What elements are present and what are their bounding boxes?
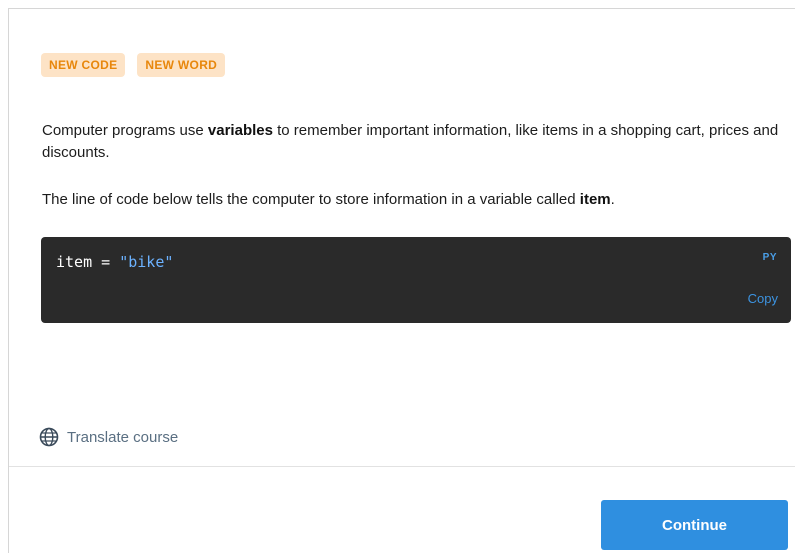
new-code-badge: NEW CODE	[41, 53, 126, 77]
new-word-badge: NEW WORD	[137, 53, 226, 77]
explain-keyword: item	[579, 191, 611, 208]
code-line: item = "bike"	[56, 253, 173, 271]
lesson-panel: NEW CODE NEW WORD Computer programs use …	[8, 8, 795, 553]
continue-button[interactable]: Continue	[601, 500, 788, 550]
code-operator: =	[92, 253, 120, 271]
intro-paragraph: Computer programs use variables to remem…	[42, 120, 782, 164]
globe-icon	[39, 427, 59, 447]
translate-label: Translate course	[67, 428, 179, 446]
copy-button[interactable]: Copy	[748, 291, 778, 306]
code-variable: item	[56, 253, 93, 271]
footer-divider	[9, 466, 795, 467]
badge-group: NEW CODE NEW WORD	[41, 53, 226, 77]
translate-course-link[interactable]: Translate course	[39, 427, 178, 447]
explain-paragraph: The line of code below tells the compute…	[42, 189, 782, 211]
intro-keyword: variables	[207, 122, 273, 139]
code-string: "bike"	[119, 253, 174, 271]
code-block: item = "bike" PY Copy	[41, 237, 791, 323]
explain-text-after: .	[610, 191, 615, 208]
language-tag: PY	[762, 252, 777, 263]
intro-text-before: Computer programs use	[42, 122, 208, 139]
explain-text-before: The line of code below tells the compute…	[42, 191, 580, 208]
